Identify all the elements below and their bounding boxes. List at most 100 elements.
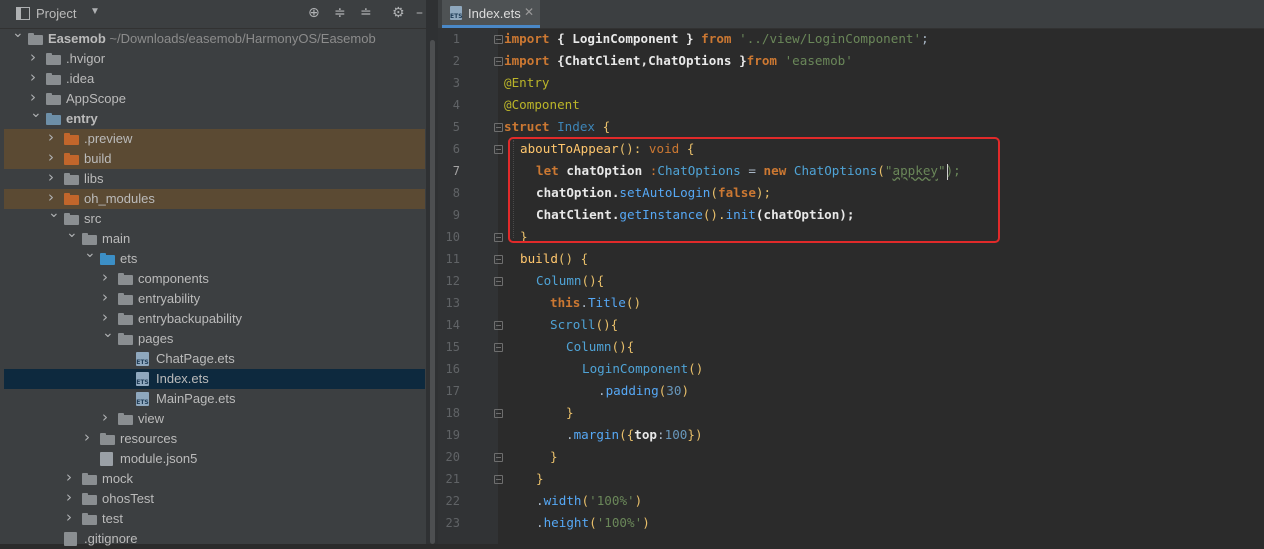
code-line-21[interactable]: } bbox=[536, 468, 544, 490]
chevron-down-icon[interactable]: ⌄ bbox=[66, 225, 78, 241]
tree-item-build[interactable]: › build bbox=[4, 148, 425, 169]
tree-item-view[interactable]: › view bbox=[4, 408, 425, 429]
line-number: 8 bbox=[452, 186, 460, 200]
chevron-right-icon[interactable]: › bbox=[48, 168, 60, 186]
chevron-right-icon[interactable]: › bbox=[84, 428, 96, 446]
fold-marker-icon[interactable] bbox=[494, 145, 503, 154]
tree-item-label: Index.ets bbox=[156, 371, 209, 386]
fold-marker-icon[interactable] bbox=[494, 321, 503, 330]
code-line-15[interactable]: Column(){ bbox=[566, 336, 634, 358]
code-line-17[interactable]: .padding(30) bbox=[598, 380, 689, 402]
close-icon[interactable]: ✕ bbox=[524, 5, 534, 19]
tree-item-chatpage-ets[interactable]: ETS ChatPage.ets bbox=[4, 349, 425, 369]
project-panel-title[interactable]: Project bbox=[36, 6, 76, 21]
chevron-right-icon[interactable]: › bbox=[66, 508, 78, 526]
chevron-right-icon[interactable]: › bbox=[48, 148, 60, 166]
tree-item-preview[interactable]: › .preview bbox=[4, 128, 425, 149]
code-line-3[interactable]: @Entry bbox=[504, 72, 550, 94]
chevron-right-icon[interactable]: › bbox=[102, 268, 114, 286]
tree-item-main[interactable]: ⌄ main bbox=[4, 225, 425, 249]
tree-item-index-ets[interactable]: ETS Index.ets bbox=[4, 369, 425, 389]
line-number: 2 bbox=[452, 54, 460, 68]
expand-all-icon[interactable]: ≑ bbox=[334, 5, 346, 21]
code-line-23[interactable]: .height('100%') bbox=[536, 512, 650, 534]
code-line-2[interactable]: import {ChatClient,ChatOptions }from 'ea… bbox=[504, 50, 853, 72]
fold-marker-icon[interactable] bbox=[494, 35, 503, 44]
tree-item-idea[interactable]: › .idea bbox=[4, 68, 425, 89]
fold-marker-icon[interactable] bbox=[494, 453, 503, 462]
chevron-right-icon[interactable]: › bbox=[66, 488, 78, 506]
code-line-13[interactable]: this.Title() bbox=[550, 292, 641, 314]
fold-marker-icon[interactable] bbox=[494, 255, 503, 264]
chevron-down-icon[interactable]: ⌄ bbox=[84, 245, 96, 261]
code-line-12[interactable]: Column(){ bbox=[536, 270, 604, 292]
chevron-right-icon[interactable]: › bbox=[48, 188, 60, 206]
chevron-right-icon[interactable]: › bbox=[30, 48, 42, 66]
scrollbar[interactable] bbox=[430, 40, 435, 544]
chevron-right-icon[interactable]: › bbox=[66, 468, 78, 486]
tree-item-label: ets bbox=[120, 251, 138, 266]
tree-item-test[interactable]: › test bbox=[4, 508, 425, 529]
fold-marker-icon[interactable] bbox=[494, 57, 503, 66]
code-line-22[interactable]: .width('100%') bbox=[536, 490, 642, 512]
code-line-5[interactable]: struct Index { bbox=[504, 116, 610, 138]
fold-marker-icon[interactable] bbox=[494, 233, 503, 242]
tab-index-ets[interactable]: ETS Index.ets ✕ bbox=[442, 0, 540, 28]
ets-file-icon: ETS bbox=[136, 372, 149, 386]
folder-icon bbox=[100, 253, 115, 265]
code-line-18[interactable]: } bbox=[566, 402, 574, 424]
tree-item-hvigor[interactable]: › .hvigor bbox=[4, 48, 425, 69]
tree-item-oh-modules[interactable]: › oh_modules bbox=[4, 188, 425, 209]
chevron-down-icon[interactable]: ⌄ bbox=[30, 105, 42, 121]
fold-marker-icon[interactable] bbox=[494, 123, 503, 132]
tree-item-label: libs bbox=[84, 171, 104, 186]
locate-icon[interactable]: ⊕ bbox=[308, 5, 320, 21]
tree-item-mainpage-ets[interactable]: ETS MainPage.ets bbox=[4, 389, 425, 409]
code-line-16[interactable]: LoginComponent() bbox=[582, 358, 703, 380]
tree-item-pages[interactable]: ⌄ pages bbox=[4, 325, 425, 349]
line-number: 10 bbox=[445, 230, 460, 244]
tree-item-appscope[interactable]: › AppScope bbox=[4, 88, 425, 109]
ets-file-icon: ETS bbox=[450, 6, 463, 20]
tree-item-module-json5[interactable]: module.json5 bbox=[4, 449, 425, 469]
line-number: 3 bbox=[452, 76, 460, 90]
tree-item-easemob[interactable]: ⌄ Easemob ~/Downloads/easemob/HarmonyOS/E… bbox=[4, 25, 425, 49]
code-line-11[interactable]: build() { bbox=[520, 248, 588, 270]
tree-item-components[interactable]: › components bbox=[4, 268, 425, 289]
project-panel-header: Project ▼ ⊕ ≑ ≐ ⚙ – bbox=[0, 0, 426, 29]
fold-marker-icon[interactable] bbox=[494, 409, 503, 418]
chevron-right-icon[interactable]: › bbox=[102, 288, 114, 306]
fold-marker-icon[interactable] bbox=[494, 475, 503, 484]
tree-item-resources[interactable]: › resources bbox=[4, 428, 425, 449]
chevron-right-icon[interactable]: › bbox=[48, 128, 60, 146]
tree-item-gitignore[interactable]: .gitignore bbox=[4, 529, 425, 549]
tree-item-ets[interactable]: ⌄ ets bbox=[4, 245, 425, 269]
tree-item-ohostest[interactable]: › ohosTest bbox=[4, 488, 425, 509]
chevron-down-icon[interactable]: ▼ bbox=[90, 6, 100, 17]
tree-item-libs[interactable]: › libs bbox=[4, 168, 425, 189]
collapse-all-icon[interactable]: ≐ bbox=[360, 5, 372, 21]
code-line-1[interactable]: import { LoginComponent } from '../view/… bbox=[504, 28, 929, 50]
line-number: 4 bbox=[452, 98, 460, 112]
chevron-down-icon[interactable]: ⌄ bbox=[48, 205, 60, 221]
chevron-down-icon[interactable]: ⌄ bbox=[12, 25, 24, 41]
code-line-4[interactable]: @Component bbox=[504, 94, 580, 116]
code-line-14[interactable]: Scroll(){ bbox=[550, 314, 618, 336]
fold-marker-icon[interactable] bbox=[494, 343, 503, 352]
tree-item-entryability[interactable]: › entryability bbox=[4, 288, 425, 309]
chevron-right-icon[interactable]: › bbox=[102, 308, 114, 326]
chevron-right-icon[interactable]: › bbox=[30, 88, 42, 106]
tree-item-mock[interactable]: › mock bbox=[4, 468, 425, 489]
gear-icon[interactable]: ⚙ bbox=[392, 5, 405, 21]
code-line-20[interactable]: } bbox=[550, 446, 558, 468]
tree-item-label: entry bbox=[66, 111, 98, 126]
chevron-down-icon[interactable]: ⌄ bbox=[102, 325, 114, 341]
chevron-right-icon[interactable]: › bbox=[102, 408, 114, 426]
code-line-19[interactable]: .margin({top:100}) bbox=[566, 424, 703, 446]
line-number: 5 bbox=[452, 120, 460, 134]
tree-item-entry[interactable]: ⌄ entry bbox=[4, 105, 425, 129]
hide-icon[interactable]: – bbox=[416, 5, 423, 21]
tree-item-entrybackupability[interactable]: › entrybackupability bbox=[4, 308, 425, 329]
fold-marker-icon[interactable] bbox=[494, 277, 503, 286]
chevron-right-icon[interactable]: › bbox=[30, 68, 42, 86]
